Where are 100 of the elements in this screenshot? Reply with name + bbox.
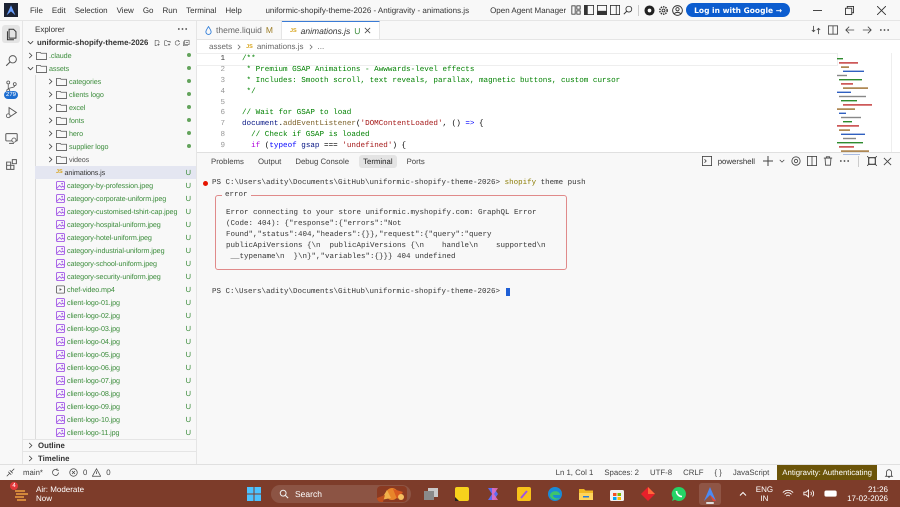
refresh-icon[interactable] — [174, 38, 180, 48]
diamond-icon — [640, 486, 656, 502]
close-icon[interactable] — [877, 6, 886, 14]
folder-icon — [56, 116, 67, 125]
breadcrumb-item[interactable]: assets — [209, 42, 232, 51]
breadcrumb-item[interactable]: animations.js — [256, 42, 304, 51]
chevron-down-icon[interactable] — [27, 39, 34, 46]
windows-start-icon[interactable] — [246, 486, 262, 502]
image-file-icon — [56, 246, 65, 255]
trash-icon[interactable] — [823, 156, 833, 166]
input-region[interactable]: IN — [760, 494, 768, 502]
search-icon[interactable] — [623, 5, 634, 15]
more-icon[interactable] — [839, 159, 850, 163]
menu-item[interactable]: Edit — [48, 6, 69, 14]
weather-title[interactable]: Air: Moderate — [36, 484, 84, 494]
folder-icon — [56, 154, 67, 164]
image-file-icon — [56, 402, 65, 411]
sync-icon[interactable] — [50, 468, 60, 477]
chevron-up-icon[interactable] — [738, 490, 747, 498]
chevron-down-icon[interactable] — [779, 158, 785, 164]
chevron-down-icon[interactable] — [27, 64, 34, 72]
at-sign-icon[interactable] — [791, 156, 801, 166]
image-file-icon — [56, 258, 65, 268]
image-file-icon — [56, 362, 65, 372]
activity-button[interactable] — [2, 25, 20, 43]
split-editor-icon[interactable] — [828, 25, 838, 35]
more-icon[interactable] — [177, 27, 188, 32]
breadcrumb-item[interactable]: ... — [318, 42, 324, 51]
account-icon[interactable] — [672, 4, 684, 16]
close-icon[interactable] — [883, 156, 892, 166]
chevron-right-icon[interactable] — [47, 142, 54, 150]
logo-icon — [4, 3, 18, 17]
folder-icon — [56, 102, 67, 112]
chevron-right-icon[interactable] — [47, 156, 54, 163]
agent-manager-link[interactable]: Open Agent Manager — [490, 6, 566, 14]
sidebar-toggle-icon[interactable] — [584, 5, 594, 15]
menu-item[interactable]: File — [27, 6, 46, 14]
git-status: U — [354, 26, 360, 36]
menu-item[interactable]: View — [114, 6, 137, 14]
image-file-icon — [56, 428, 65, 437]
sticky-note-icon — [454, 486, 470, 502]
image-file-icon — [56, 220, 65, 229]
search-field[interactable]: Search — [271, 484, 411, 502]
droplet-icon — [205, 26, 212, 34]
remote-icon[interactable] — [6, 468, 15, 477]
new-folder-icon[interactable] — [164, 38, 171, 48]
maximize-icon[interactable] — [867, 156, 877, 166]
chevron-right-icon[interactable] — [27, 52, 34, 59]
menu-item[interactable]: Terminal — [183, 6, 220, 14]
chevron-right-icon[interactable] — [27, 454, 34, 462]
chevron-right-icon[interactable] — [47, 116, 54, 124]
chevron-right-icon — [308, 44, 314, 50]
chevron-right-icon[interactable] — [27, 442, 34, 450]
split-icon[interactable] — [807, 156, 817, 166]
clock-date[interactable]: 17-02-2026 — [847, 494, 888, 502]
collapse-all-icon[interactable] — [183, 38, 190, 48]
menu-item[interactable]: Selection — [72, 6, 111, 14]
taskbar-app[interactable] — [699, 482, 721, 504]
chevron-right-icon[interactable] — [47, 78, 54, 85]
menu-item[interactable]: Help — [222, 6, 245, 14]
bell-icon[interactable] — [884, 468, 894, 478]
search-icon — [279, 488, 289, 498]
close-icon[interactable] — [364, 27, 372, 34]
plus-icon[interactable] — [763, 156, 773, 166]
layout-icon[interactable] — [571, 5, 582, 15]
new-file-icon[interactable] — [154, 38, 161, 48]
volume-icon[interactable] — [803, 489, 816, 498]
warning-icon — [92, 468, 102, 477]
logo-icon — [702, 486, 718, 502]
image-file-icon — [56, 324, 65, 333]
input-language[interactable]: ENG — [756, 484, 774, 494]
weather-subtitle: Now — [36, 494, 54, 502]
clock-time[interactable]: 21:26 — [868, 484, 888, 494]
aperture-icon[interactable] — [644, 4, 656, 16]
video-file-icon — [56, 284, 65, 294]
image-file-icon — [56, 194, 65, 203]
back-arrow-icon[interactable] — [845, 25, 855, 35]
chevron-right-icon[interactable] — [47, 130, 54, 137]
battery-icon[interactable] — [824, 490, 838, 497]
split-layout-icon[interactable] — [610, 5, 620, 15]
more-icon[interactable] — [879, 28, 890, 32]
image-file-icon — [56, 298, 65, 307]
image-file-icon — [56, 414, 65, 424]
restore-icon[interactable] — [845, 6, 854, 14]
error-icon — [68, 468, 78, 477]
files-icon — [4, 28, 18, 40]
chevron-right-icon[interactable] — [47, 90, 54, 98]
tab-label: animations.js — [300, 26, 350, 36]
settings-icon[interactable] — [658, 4, 670, 16]
forward-arrow-icon[interactable] — [862, 25, 872, 35]
chevron-right-icon[interactable] — [47, 104, 54, 111]
menu-item[interactable]: Run — [159, 6, 180, 14]
git-status: M — [266, 25, 273, 35]
panel-toggle-icon[interactable] — [597, 5, 608, 15]
compare-icon[interactable] — [811, 25, 821, 35]
folder-icon — [36, 50, 47, 60]
window-title: uniformic-shopify-theme-2026 - Antigravity - animations.js — [265, 6, 470, 14]
wifi-icon[interactable] — [782, 489, 794, 498]
menu-item[interactable]: Go — [140, 6, 156, 14]
folder-icon — [56, 142, 67, 151]
